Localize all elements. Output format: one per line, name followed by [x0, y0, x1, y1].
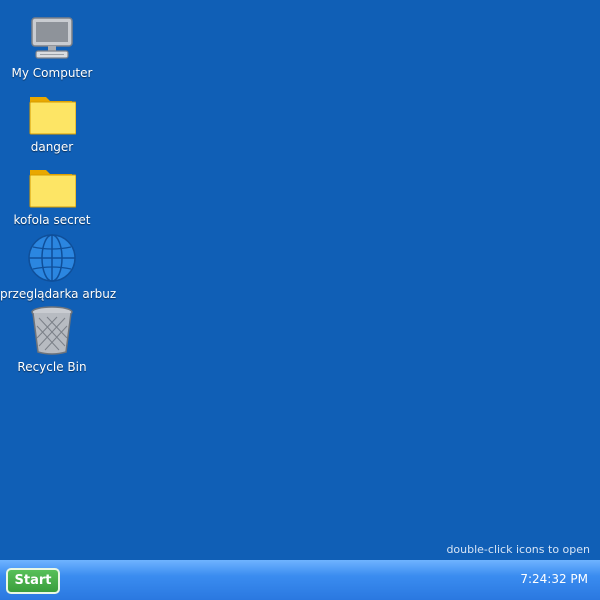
desktop-icon-danger-folder[interactable]: danger [0, 92, 104, 154]
taskbar: Start 7:24:32 PM [0, 560, 600, 600]
folder-icon [29, 170, 76, 208]
desktop: My Computer danger kofola secret przeglą… [0, 0, 600, 560]
desktop-icon-my-computer[interactable]: My Computer [0, 14, 104, 80]
start-button[interactable]: Start [6, 568, 60, 594]
desktop-icon-kofola-secret-folder[interactable]: kofola secret [0, 165, 104, 227]
desktop-icon-label: My Computer [11, 66, 93, 80]
computer-icon [31, 17, 73, 59]
desktop-icon-label: kofola secret [13, 213, 91, 227]
desktop-icon-label: danger [30, 140, 74, 154]
folder-icon [29, 97, 76, 135]
recycle-bin-icon [31, 306, 73, 355]
globe-icon [28, 234, 76, 282]
desktop-icon-label: przeglądarka arbuz [0, 287, 117, 301]
desktop-icon-browser[interactable]: przeglądarka arbuz [0, 233, 117, 301]
desktop-icon-recycle-bin[interactable]: Recycle Bin [0, 306, 104, 374]
taskbar-clock: 7:24:32 PM [520, 572, 588, 586]
desktop-icon-label: Recycle Bin [17, 360, 87, 374]
desktop-hint-text: double-click icons to open [446, 543, 590, 556]
